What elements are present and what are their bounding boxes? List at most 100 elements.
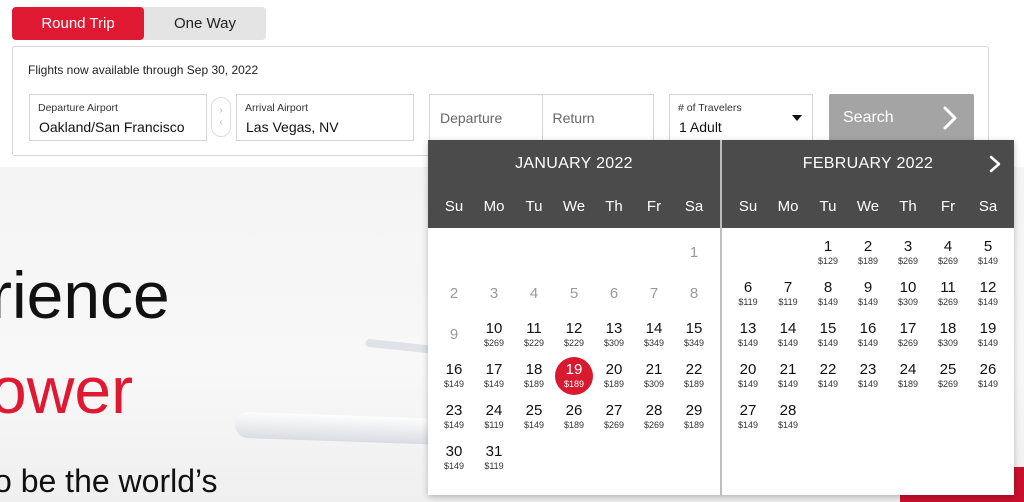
- calendar-day[interactable]: 15 $349: [674, 314, 714, 355]
- calendar-day[interactable]: 10 $269: [474, 314, 514, 355]
- weekday-label: Th: [899, 198, 917, 215]
- calendar-day[interactable]: 14 $349: [634, 314, 674, 355]
- travelers-select[interactable]: # of Travelers 1 Adult: [669, 94, 813, 141]
- day-price: $229: [523, 338, 545, 348]
- calendar-day[interactable]: 28 $269: [634, 396, 674, 437]
- calendar-day[interactable]: 23 $149: [848, 355, 888, 396]
- day-number: 8: [689, 284, 699, 302]
- calendar-day[interactable]: 5 $149: [968, 232, 1008, 273]
- day-number: 31: [485, 443, 503, 460]
- calendar-day[interactable]: 16 $149: [434, 355, 474, 396]
- calendar-day[interactable]: 4 $269: [928, 232, 968, 273]
- calendar-day[interactable]: 12 $149: [968, 273, 1008, 314]
- calendar-day[interactable]: 30 $149: [434, 437, 474, 478]
- calendar-day[interactable]: 14 $149: [768, 314, 808, 355]
- calendar-empty-cell: [634, 232, 674, 273]
- calendar-empty-cell: [728, 232, 768, 273]
- day-grid: 1 2 3 4 5 6 7 8 9 10 $269 11 $229 12 $229 13 $309 14 $349 1…: [428, 228, 720, 478]
- day-number: 26: [979, 361, 997, 378]
- next-month-chevron-icon[interactable]: [988, 154, 1002, 174]
- day-number: 18: [525, 361, 543, 378]
- hero-headline-line-2: ower: [0, 353, 134, 427]
- calendar-day[interactable]: 1 $129: [808, 232, 848, 273]
- calendar-day[interactable]: 17 $269: [888, 314, 928, 355]
- day-price: $149: [443, 420, 465, 430]
- calendar-day[interactable]: 13 $309: [594, 314, 634, 355]
- weekday-label: Tu: [525, 198, 543, 215]
- calendar-day[interactable]: 20 $189: [594, 355, 634, 396]
- calendar-day[interactable]: 22 $149: [808, 355, 848, 396]
- calendar-day[interactable]: 6 $119: [728, 273, 768, 314]
- calendar-day[interactable]: 18 $309: [928, 314, 968, 355]
- calendar-day: 9: [434, 314, 474, 355]
- calendar-day[interactable]: 11 $269: [928, 273, 968, 314]
- calendar-day[interactable]: 25 $269: [928, 355, 968, 396]
- calendar-day-selected[interactable]: 19 $189: [554, 355, 594, 396]
- calendar-day[interactable]: 26 $149: [968, 355, 1008, 396]
- calendar-day[interactable]: 8 $149: [808, 273, 848, 314]
- calendar-day[interactable]: 3 $269: [888, 232, 928, 273]
- calendar-day[interactable]: 18 $189: [514, 355, 554, 396]
- calendar-day[interactable]: 16 $149: [848, 314, 888, 355]
- departure-airport-field[interactable]: Departure Airport Oakland/San Francisco: [29, 94, 207, 141]
- calendar-day[interactable]: 27 $269: [594, 396, 634, 437]
- calendar-day[interactable]: 24 $189: [888, 355, 928, 396]
- day-number: 17: [899, 320, 917, 337]
- day-price: $149: [777, 420, 799, 430]
- calendar-day[interactable]: 17 $149: [474, 355, 514, 396]
- day-price: $119: [484, 461, 504, 471]
- month-header: JANUARY 2022 Su Mo Tu We Th Fr Sa: [428, 140, 720, 228]
- day-number: 19: [565, 361, 583, 378]
- day-price: $189: [563, 420, 585, 430]
- calendar-day[interactable]: 24 $119: [474, 396, 514, 437]
- day-grid: 1 $129 2 $189 3 $269 4 $269 5 $149 6 $119 7 $119 8 $149…: [722, 228, 1014, 437]
- day-price: $119: [484, 420, 504, 430]
- calendar-day[interactable]: 15 $149: [808, 314, 848, 355]
- calendar-day[interactable]: 27 $149: [728, 396, 768, 437]
- day-number: 30: [445, 443, 463, 460]
- calendar-day[interactable]: 23 $149: [434, 396, 474, 437]
- swap-airports-button[interactable]: › ‹: [211, 97, 231, 137]
- calendar-day[interactable]: 20 $149: [728, 355, 768, 396]
- day-number: 17: [485, 361, 503, 378]
- day-price: $149: [857, 297, 879, 307]
- day-number: 28: [779, 402, 797, 419]
- weekday-label: Su: [444, 198, 464, 215]
- calendar-day[interactable]: 21 $309: [634, 355, 674, 396]
- departure-date-input[interactable]: Departure: [430, 95, 542, 140]
- search-button[interactable]: Search: [829, 94, 974, 141]
- calendar-day[interactable]: 13 $149: [728, 314, 768, 355]
- calendar-day[interactable]: 25 $149: [514, 396, 554, 437]
- day-number: 12: [565, 320, 583, 337]
- calendar-day[interactable]: 26 $189: [554, 396, 594, 437]
- day-number: 25: [525, 402, 543, 419]
- calendar-day[interactable]: 19 $149: [968, 314, 1008, 355]
- calendar-day[interactable]: 7 $119: [768, 273, 808, 314]
- calendar-day[interactable]: 11 $229: [514, 314, 554, 355]
- day-price: $149: [737, 338, 759, 348]
- tab-round-trip[interactable]: Round Trip: [12, 7, 144, 40]
- day-price: $149: [977, 297, 999, 307]
- day-number: 14: [645, 320, 663, 337]
- day-price: $189: [563, 379, 585, 389]
- day-price: $149: [977, 379, 999, 389]
- weekday-label: Sa: [978, 198, 998, 215]
- calendar-day[interactable]: 28 $149: [768, 396, 808, 437]
- calendar-day[interactable]: 9 $149: [848, 273, 888, 314]
- day-number: 23: [445, 402, 463, 419]
- return-date-input[interactable]: Return: [541, 95, 654, 140]
- calendar-day[interactable]: 12 $229: [554, 314, 594, 355]
- day-price: $189: [523, 379, 545, 389]
- date-range-field: Departure Return: [429, 94, 654, 141]
- calendar-day[interactable]: 10 $309: [888, 273, 928, 314]
- calendar-day[interactable]: 29 $189: [674, 396, 714, 437]
- hero-headline-line-1: rience: [0, 258, 170, 332]
- calendar-day[interactable]: 31 $119: [474, 437, 514, 478]
- tab-one-way[interactable]: One Way: [144, 7, 266, 40]
- day-price: $149: [443, 461, 465, 471]
- calendar-day: 7: [634, 273, 674, 314]
- calendar-day[interactable]: 2 $189: [848, 232, 888, 273]
- calendar-day[interactable]: 21 $149: [768, 355, 808, 396]
- arrival-airport-field[interactable]: Arrival Airport Las Vegas, NV: [236, 94, 414, 141]
- calendar-day[interactable]: 22 $189: [674, 355, 714, 396]
